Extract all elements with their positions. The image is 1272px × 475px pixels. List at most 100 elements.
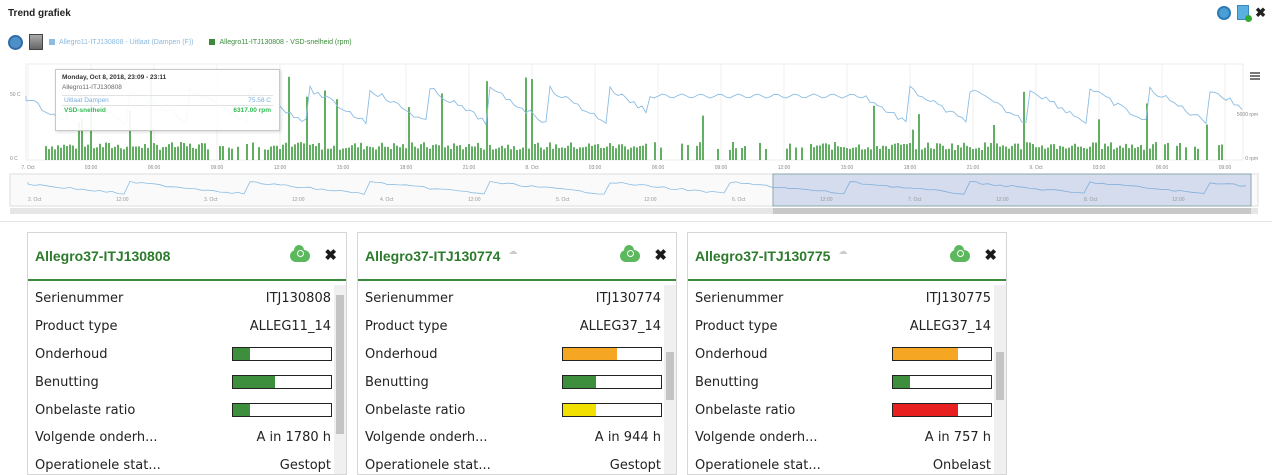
card-scrollbar[interactable]: [994, 285, 1006, 474]
x-tick-label: 15:00: [337, 165, 350, 171]
chart-menu-icon[interactable]: [1250, 72, 1260, 80]
row-label: Product type: [35, 319, 118, 335]
machine-card: Allegro37-ITJ130808 ✖ Serienummer ITJ130808…: [27, 232, 347, 475]
machine-cards: Allegro37-ITJ130808 ✖ Serienummer ITJ130808…: [27, 232, 1007, 475]
chart-tooltip: Monday, Oct 8, 2018, 23:09 - 23:11 Alleg…: [55, 69, 280, 131]
y-axis-label-left: 50 C: [10, 92, 21, 98]
card-row: Onderhoud: [688, 341, 994, 369]
progress-bar: [562, 347, 662, 362]
export-icon[interactable]: [1237, 5, 1253, 22]
card-row: Volgende onderh... A in 757 h: [688, 424, 994, 452]
card-title[interactable]: Allegro37-ITJ130774: [365, 248, 500, 264]
machine-card: Allegro37-ITJ130775 ☁ ✖ Serienummer ITJ13077…: [687, 232, 1007, 475]
card-rows: Serienummer ITJ130774 Product type ALLEG37_…: [358, 285, 664, 474]
card-header: Allegro37-ITJ130775 ☁ ✖: [688, 233, 1006, 281]
progress-bar: [892, 375, 992, 390]
navigator-label: 12:00: [116, 197, 129, 203]
card-row: Serienummer ITJ130775: [688, 285, 994, 313]
progress-fill: [233, 348, 250, 361]
progress-bar: [232, 375, 332, 390]
progress-bar: [232, 347, 332, 362]
refresh-icon[interactable]: [8, 34, 23, 50]
card-actions: ✖: [290, 245, 337, 263]
legend-item-series2[interactable]: Allegro11-ITJ130808 - VSD-snelheid (rpm): [209, 39, 352, 46]
tooltip-subtitle: Allegro11-ITJ130808: [62, 84, 122, 91]
x-tick-label: 21:00: [463, 165, 476, 171]
row-label: Benutting: [695, 374, 759, 390]
card-rows: Serienummer ITJ130775 Product type ALLEG37_…: [688, 285, 994, 474]
card-row: Operationele stat... Gestopt: [358, 452, 664, 474]
legend-swatch: [49, 39, 55, 45]
scrollbar-thumb[interactable]: [666, 351, 674, 400]
x-tick-label: 03:00: [1093, 165, 1106, 171]
progress-fill: [893, 348, 958, 361]
navigator-label: 12:00: [996, 197, 1009, 203]
x-tick-label: 06:00: [652, 165, 665, 171]
card-row: Operationele stat... Gestopt: [28, 452, 334, 474]
x-tick-label: 06:00: [148, 165, 161, 171]
navigator-label: 12:00: [644, 197, 657, 203]
x-tick-label: 7. Oct: [21, 165, 35, 171]
cloud-sync-icon[interactable]: [620, 245, 641, 262]
navigator-scroll-thumb: [773, 208, 1251, 214]
row-value: ALLEG37_14: [579, 319, 661, 335]
progress-fill: [893, 404, 958, 417]
navigator-label: 12:00: [1172, 197, 1185, 203]
x-tick-label: 09:00: [1219, 165, 1232, 171]
close-icon[interactable]: ✖: [1255, 5, 1266, 20]
progress-fill: [563, 348, 617, 361]
card-row: Benutting: [358, 368, 664, 396]
card-title[interactable]: Allegro37-ITJ130775: [695, 248, 830, 264]
row-value: A in 1780 h: [256, 430, 331, 446]
card-row: Onbelaste ratio: [688, 396, 994, 424]
navigator-label: 8. Oct: [1084, 197, 1098, 203]
close-card-icon[interactable]: ✖: [654, 248, 667, 263]
x-tick-label: 09:00: [715, 165, 728, 171]
row-value: A in 944 h: [594, 430, 661, 446]
card-scrollbar[interactable]: [664, 285, 676, 474]
row-label: Volgende onderh...: [695, 430, 818, 446]
settings-icon[interactable]: [1217, 5, 1232, 20]
progress-bar: [892, 347, 992, 362]
x-tick-label: 03:00: [85, 165, 98, 171]
scrollbar-thumb[interactable]: [336, 294, 344, 434]
x-tick-label: 12:00: [778, 165, 791, 171]
row-label: Volgende onderh...: [365, 430, 488, 446]
x-tick-label: 9. Oct: [1029, 165, 1043, 171]
progress-fill: [233, 404, 250, 417]
tooltip-header: Monday, Oct 8, 2018, 23:09 - 23:11: [62, 74, 167, 81]
trash-icon[interactable]: [29, 34, 43, 50]
card-row: Onderhoud: [28, 341, 334, 369]
row-value: ALLEG11_14: [249, 319, 331, 335]
progress-fill: [233, 376, 276, 389]
scrollbar-thumb[interactable]: [996, 351, 1004, 400]
close-card-icon[interactable]: ✖: [984, 248, 997, 263]
card-scrollbar[interactable]: [334, 285, 346, 474]
tooltip-value: 75.58 C: [248, 97, 271, 104]
cloud-sync-icon[interactable]: [950, 245, 971, 262]
x-tick-label: 21:00: [967, 165, 980, 171]
x-tick-label: 8. Oct: [525, 165, 539, 171]
x-tick-label: 18:00: [904, 165, 917, 171]
panel-toolbar: ✖: [1217, 5, 1266, 22]
row-label: Onderhoud: [35, 346, 108, 362]
card-row: Volgende onderh... A in 1780 h: [28, 424, 334, 452]
navigator-label: 7. Oct: [908, 197, 922, 203]
row-label: Benutting: [35, 374, 99, 390]
navigator-label: 4. Oct: [380, 197, 394, 203]
tooltip-value: 6317.00 rpm: [233, 107, 271, 114]
row-label: Serienummer: [365, 291, 454, 307]
close-card-icon[interactable]: ✖: [324, 248, 337, 263]
card-title[interactable]: Allegro37-ITJ130808: [35, 248, 170, 264]
card-row: Operationele stat... Onbelast: [688, 452, 994, 474]
legend-item-series1[interactable]: Allegro11-ITJ130808 - Uitlaat (Dampen (F…: [49, 39, 193, 46]
progress-bar: [562, 375, 662, 390]
y-axis-label-right: 5000 rpm: [1237, 112, 1258, 118]
row-label: Product type: [695, 319, 778, 335]
tooltip-row-exhaust: Uitlaat Dampen 75.58 C: [62, 95, 273, 105]
progress-fill: [893, 376, 910, 389]
card-row: Benutting: [688, 368, 994, 396]
cloud-sync-icon[interactable]: [290, 245, 311, 262]
card-row: Onbelaste ratio: [358, 396, 664, 424]
row-value: Gestopt: [609, 458, 661, 474]
